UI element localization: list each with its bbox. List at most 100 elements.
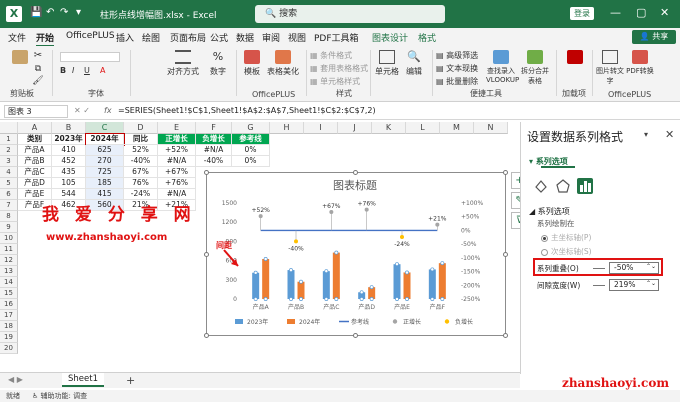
column-header[interactable]: L bbox=[406, 122, 440, 134]
row-header[interactable]: 5 bbox=[0, 178, 18, 189]
cell-styles-button[interactable]: ▦ 单元格样式 bbox=[310, 76, 360, 87]
column-header[interactable]: G bbox=[232, 122, 270, 134]
table-cell[interactable]: +67% bbox=[158, 167, 196, 178]
underline-icon[interactable]: U bbox=[84, 66, 90, 75]
addins-button[interactable] bbox=[560, 50, 590, 66]
column-header[interactable]: B bbox=[52, 122, 86, 134]
column-header[interactable]: I bbox=[304, 122, 338, 134]
primary-axis-radio[interactable]: 主坐标轴(P) bbox=[541, 232, 591, 243]
row-header[interactable]: 19 bbox=[0, 332, 18, 343]
table-cell[interactable]: 产品D bbox=[18, 178, 52, 189]
table-header-cell[interactable]: 同比 bbox=[124, 134, 158, 145]
table-cell[interactable]: 410 bbox=[52, 145, 86, 156]
row-header[interactable]: 17 bbox=[0, 310, 18, 321]
table-header-cell[interactable]: 负增长 bbox=[196, 134, 232, 145]
fx-icon[interactable]: fx bbox=[104, 106, 112, 115]
login-button[interactable]: 登录 bbox=[570, 7, 594, 20]
row-header[interactable]: 8 bbox=[0, 211, 18, 222]
table-cell[interactable]: #N/A bbox=[158, 189, 196, 200]
cut-icon[interactable]: ✂ bbox=[32, 50, 44, 61]
cells-button[interactable]: 单元格 bbox=[372, 50, 402, 77]
tab-file[interactable]: 文件 bbox=[8, 31, 26, 44]
effects-icon[interactable] bbox=[555, 178, 571, 194]
table-cell[interactable]: -40% bbox=[124, 156, 158, 167]
table-cell[interactable]: #N/A bbox=[196, 145, 232, 156]
bold-icon[interactable]: B bbox=[60, 66, 66, 75]
tab-format[interactable]: 格式 bbox=[418, 31, 436, 44]
image-to-text-button[interactable]: 图片转文字 bbox=[596, 50, 624, 86]
resize-handle[interactable] bbox=[503, 170, 508, 175]
format-as-table-button[interactable]: ▦ 套用表格格式 bbox=[310, 63, 368, 74]
paste-button[interactable] bbox=[8, 50, 32, 66]
table-cell[interactable]: 0% bbox=[232, 145, 270, 156]
search-box[interactable]: 🔍 搜索 bbox=[255, 5, 445, 23]
column-header[interactable]: J bbox=[338, 122, 372, 134]
template-button[interactable]: 模板 bbox=[240, 50, 264, 77]
row-header[interactable]: 4 bbox=[0, 167, 18, 178]
table-cell[interactable]: 67% bbox=[124, 167, 158, 178]
table-cell[interactable]: 产品B bbox=[18, 156, 52, 167]
table-beautify-button[interactable]: 表格美化 bbox=[266, 50, 300, 77]
fill-line-icon[interactable] bbox=[533, 178, 549, 194]
tab-insert[interactable]: 插入 bbox=[116, 31, 134, 44]
table-header-cell[interactable]: 2024年 bbox=[85, 133, 125, 146]
table-cell[interactable]: +76% bbox=[158, 178, 196, 189]
resize-handle[interactable] bbox=[503, 252, 508, 257]
series-options-tab[interactable]: ▾ 系列选项 bbox=[529, 156, 575, 168]
table-cell[interactable]: -40% bbox=[196, 156, 232, 167]
row-header[interactable]: 2 bbox=[0, 145, 18, 156]
batch-delete-button[interactable]: ▤ 批量删除 bbox=[436, 76, 478, 87]
table-cell[interactable]: 105 bbox=[52, 178, 86, 189]
tab-chart-design[interactable]: 图表设计 bbox=[372, 31, 408, 44]
table-header-cell[interactable]: 参考线 bbox=[232, 134, 270, 145]
italic-icon[interactable]: I bbox=[72, 66, 74, 75]
table-cell[interactable]: 625 bbox=[86, 145, 124, 156]
column-header[interactable]: A bbox=[18, 122, 52, 134]
resize-handle[interactable] bbox=[204, 252, 209, 257]
pdf-convert-button[interactable]: PDF转换 bbox=[626, 50, 654, 76]
gap-width-slider[interactable] bbox=[593, 285, 605, 286]
column-header[interactable]: K bbox=[372, 122, 406, 134]
table-cell[interactable]: 产品C bbox=[18, 167, 52, 178]
column-header[interactable]: F bbox=[196, 122, 232, 134]
table-cell[interactable]: -24% bbox=[124, 189, 158, 200]
table-cell[interactable]: 52% bbox=[124, 145, 158, 156]
column-header[interactable]: E bbox=[158, 122, 196, 134]
table-cell[interactable]: 0% bbox=[232, 156, 270, 167]
sheet-nav-icon[interactable]: ◀ ▶ bbox=[8, 375, 23, 384]
table-cell[interactable]: 435 bbox=[52, 167, 86, 178]
column-header[interactable]: C bbox=[86, 122, 124, 134]
pane-options-icon[interactable]: ▾ bbox=[644, 130, 648, 139]
row-header[interactable]: 9 bbox=[0, 222, 18, 233]
spinner-icon[interactable]: ⌃⌄ bbox=[646, 279, 656, 289]
row-header[interactable]: 20 bbox=[0, 343, 18, 354]
row-header[interactable]: 15 bbox=[0, 288, 18, 299]
column-header[interactable]: M bbox=[440, 122, 474, 134]
table-cell[interactable]: 415 bbox=[86, 189, 124, 200]
resize-handle[interactable] bbox=[204, 333, 209, 338]
tab-officeplus[interactable]: OfficePLUS bbox=[66, 31, 115, 41]
row-header[interactable]: 10 bbox=[0, 233, 18, 244]
align-button[interactable]: 对齐方式 bbox=[166, 50, 200, 77]
tab-pdf-tools[interactable]: PDF工具箱 bbox=[314, 31, 359, 44]
select-all-corner[interactable] bbox=[0, 122, 18, 134]
vlookup-button[interactable]: 查找录入VLOOKUP bbox=[486, 50, 519, 84]
tab-formulas[interactable]: 公式 bbox=[210, 31, 228, 44]
advanced-filter-button[interactable]: ▤ 高级筛选 bbox=[436, 50, 478, 61]
tab-data[interactable]: 数据 bbox=[236, 31, 254, 44]
name-box[interactable]: 图表 3 bbox=[4, 105, 68, 118]
table-cell[interactable]: 185 bbox=[86, 178, 124, 189]
tab-draw[interactable]: 绘图 bbox=[142, 31, 160, 44]
table-header-cell[interactable]: 正增长 bbox=[158, 134, 196, 145]
tab-home[interactable]: 开始 bbox=[36, 31, 55, 47]
add-sheet-icon[interactable]: + bbox=[126, 374, 135, 387]
copy-icon[interactable]: ⧉ bbox=[32, 64, 44, 74]
table-cell[interactable]: +52% bbox=[158, 145, 196, 156]
resize-handle[interactable] bbox=[353, 333, 358, 338]
row-header[interactable]: 13 bbox=[0, 266, 18, 277]
tab-view[interactable]: 视图 bbox=[288, 31, 306, 44]
gap-width-input[interactable]: 219% ⌃⌄ bbox=[609, 279, 659, 291]
table-cell[interactable]: 725 bbox=[86, 167, 124, 178]
font-color-icon[interactable]: A bbox=[100, 66, 105, 75]
format-painter-icon[interactable]: 🖌 bbox=[32, 76, 44, 86]
